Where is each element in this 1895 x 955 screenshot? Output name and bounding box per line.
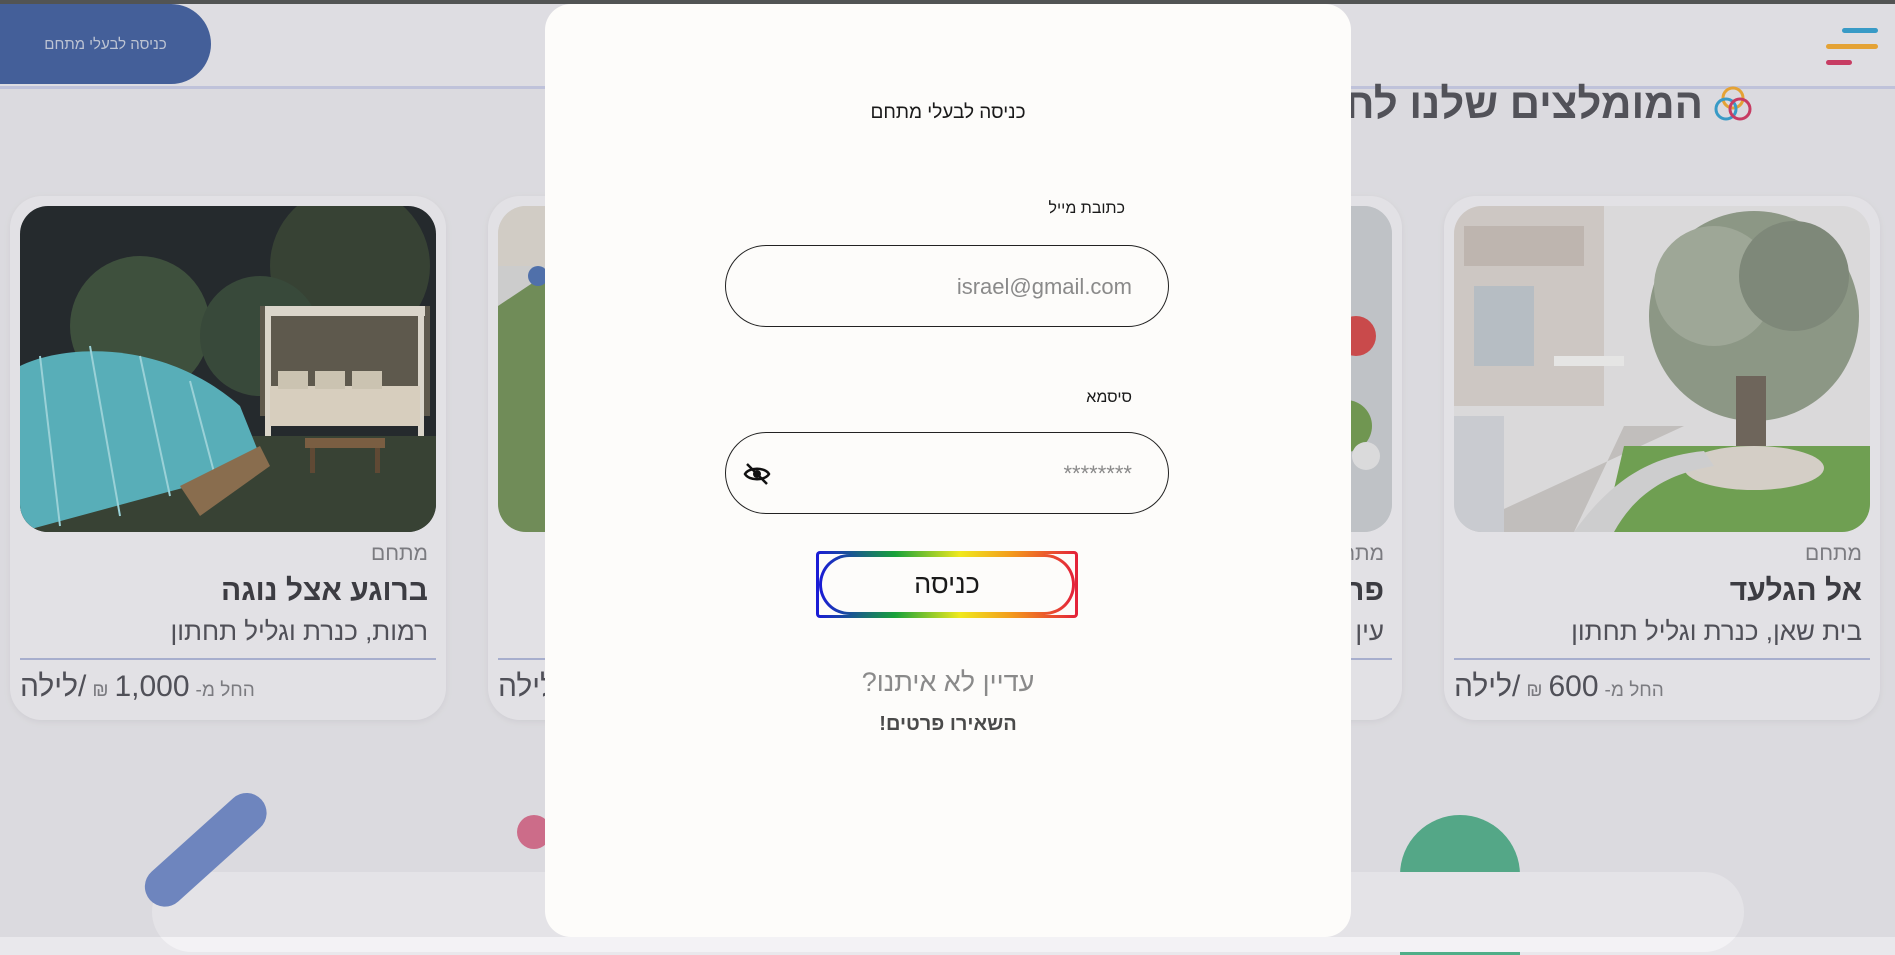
not-registered-text: עדיין לא איתנו? xyxy=(861,667,1035,697)
email-label: כתובת מייל xyxy=(1048,200,1125,217)
modal-title: כניסה לבעלי מתחם xyxy=(870,102,1026,123)
leave-details-link[interactable]: השאירו פרטים! xyxy=(545,713,1351,736)
hide-password-icon[interactable] xyxy=(742,459,772,489)
password-field-wrapper xyxy=(725,432,1169,514)
password-input[interactable] xyxy=(786,451,1134,497)
password-label: סיסמא xyxy=(1086,389,1132,406)
login-button-focus-ring: כניסה xyxy=(816,551,1078,618)
email-field-wrapper xyxy=(725,245,1169,327)
login-button[interactable]: כניסה xyxy=(819,554,1075,615)
login-modal: כניסה לבעלי מתחם כתובת מייל סיסמא כניסה … xyxy=(545,4,1351,937)
email-input[interactable] xyxy=(786,264,1134,310)
